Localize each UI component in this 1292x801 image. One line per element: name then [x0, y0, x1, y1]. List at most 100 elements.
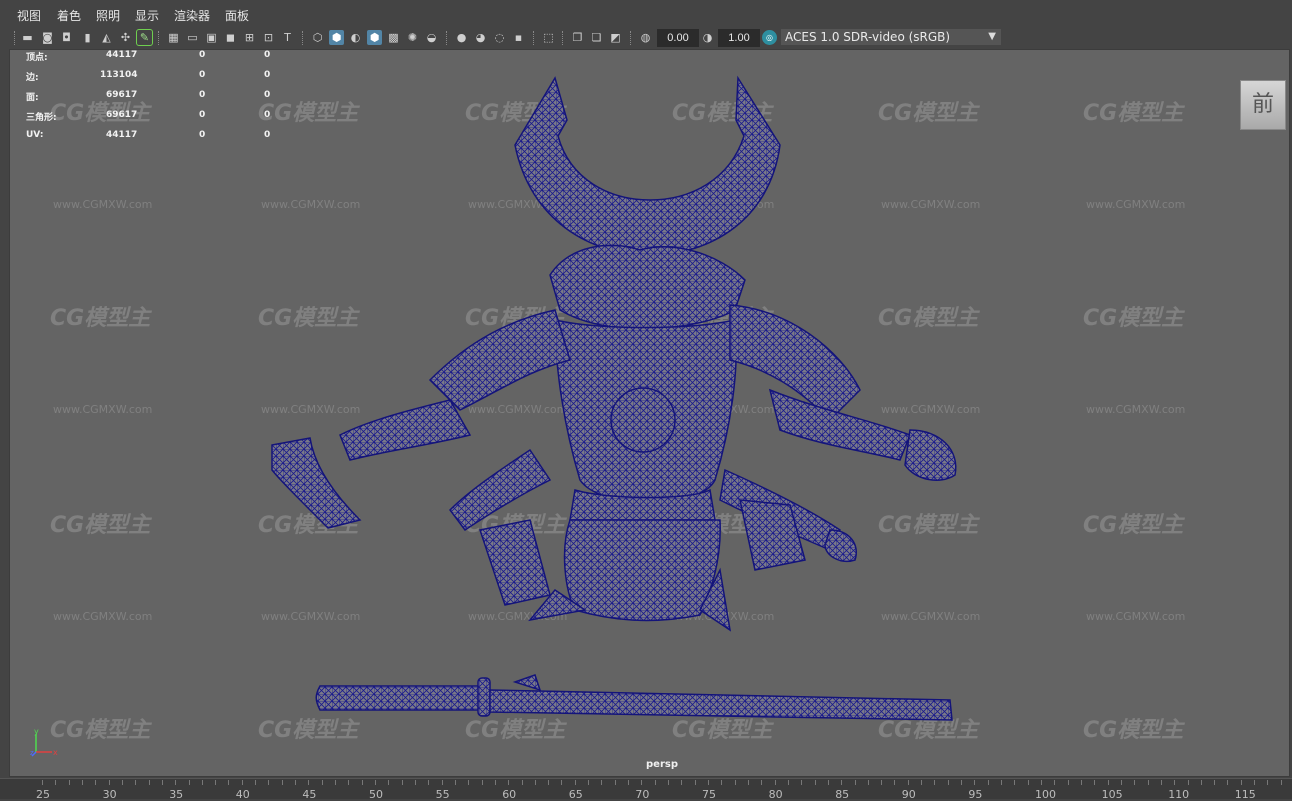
left-shoulder-armor: [428, 309, 571, 411]
hud-value: 0: [199, 50, 206, 60]
menu-renderer[interactable]: 渲染器: [174, 7, 210, 24]
exposure-icon[interactable]: ◍: [638, 30, 653, 45]
grid-icon[interactable]: ▦: [166, 30, 181, 45]
xray-joints-icon[interactable]: ❏: [589, 30, 604, 45]
image-plane-icon[interactable]: ◭: [99, 30, 114, 45]
isolate-select-icon[interactable]: ⬚: [541, 30, 556, 45]
timeline-tick: [881, 780, 883, 785]
timeline-tick: [1187, 780, 1189, 785]
timeline-tick-label: 45: [302, 788, 317, 801]
menu-panels[interactable]: 面板: [225, 7, 249, 24]
menu-show[interactable]: 显示: [135, 7, 159, 24]
timeline-tick: [508, 780, 510, 785]
axis-gizmo: y x z: [30, 727, 60, 762]
timeline-tick: [401, 780, 403, 785]
timeline-tick: [1267, 780, 1269, 785]
timeline-tick: [1254, 780, 1256, 785]
time-slider[interactable]: 25 30 35 40 45 50 55 60 65 70 75 80 85 90 95 100 105 110 1…: [0, 778, 1292, 801]
bookmark-camera-icon[interactable]: ◘: [59, 30, 74, 45]
select-camera-icon[interactable]: ▬: [20, 30, 35, 45]
timeline-tick: [1120, 780, 1122, 785]
timeline-tick: [534, 780, 536, 785]
timeline-tick: [375, 780, 376, 785]
timeline-tick: [961, 780, 963, 785]
timeline-tick: [654, 780, 656, 785]
timeline-tick: [42, 780, 43, 785]
viewcube[interactable]: 前: [1240, 80, 1286, 130]
gamma-icon[interactable]: ◑: [700, 30, 715, 45]
menu-view[interactable]: 视图: [17, 7, 41, 24]
xray-icon[interactable]: ❐: [570, 30, 585, 45]
default-material-icon[interactable]: ◐: [348, 30, 363, 45]
depth-of-field-icon[interactable]: ▪: [511, 30, 526, 45]
xray-components-icon[interactable]: ◩: [608, 30, 623, 45]
timeline-tick: [548, 780, 550, 785]
timeline-tick: [1280, 780, 1282, 785]
timeline-tick: [188, 780, 190, 785]
skirt-armor: [563, 519, 721, 622]
timeline-tick: [1160, 780, 1162, 785]
katana-hook: [512, 674, 542, 692]
shadows-icon[interactable]: ◒: [424, 30, 439, 45]
field-chart-icon[interactable]: ⊞: [242, 30, 257, 45]
colorspace-dropdown[interactable]: ACES 1.0 SDR-video (sRGB) ▼: [781, 29, 1001, 45]
grease-pencil-icon[interactable]: ✎: [136, 29, 153, 46]
use-all-lights-icon[interactable]: ✺: [405, 30, 420, 45]
hud-row-triangles: 三角形: 69617 0 0: [26, 110, 286, 124]
wireframe-icon[interactable]: ⬡: [310, 30, 325, 45]
bookmark-icon[interactable]: ▮: [80, 30, 95, 45]
left-sheath: [479, 519, 551, 606]
gamma-field[interactable]: [718, 29, 760, 47]
timeline-tick-label: 55: [435, 788, 450, 801]
resolution-gate-icon[interactable]: ▣: [204, 30, 219, 45]
menu-shading[interactable]: 着色: [57, 7, 81, 24]
safe-action-icon[interactable]: ⊡: [261, 30, 276, 45]
screen-space-ao-icon[interactable]: ●: [454, 30, 469, 45]
safe-title-icon[interactable]: T: [280, 30, 295, 45]
timeline-tick: [281, 780, 283, 785]
smooth-shade-icon[interactable]: ⬢: [329, 30, 344, 45]
timeline-tick: [428, 780, 430, 785]
toolbar-separator: [533, 31, 536, 45]
2d-pan-zoom-icon[interactable]: ✣: [118, 30, 133, 45]
timeline-tick: [308, 780, 310, 785]
axis-x-label: x: [53, 748, 58, 757]
timeline-tick: [1027, 780, 1029, 785]
axis-y-label: y: [34, 728, 39, 736]
hud-value: 69617: [106, 110, 138, 120]
wireframe-model: [271, 75, 957, 721]
timeline-tick: [894, 780, 896, 785]
timeline-tick: [681, 780, 683, 785]
gate-mask-icon[interactable]: ◼: [223, 30, 238, 45]
timeline-tick: [708, 780, 709, 785]
timeline-tick: [1200, 780, 1202, 785]
camera-attributes-icon[interactable]: ◙: [40, 30, 55, 45]
helmet: [549, 244, 746, 330]
timeline-tick: [907, 780, 909, 785]
toolbar-separator: [562, 31, 565, 45]
timeline-tick: [1054, 780, 1056, 785]
motion-blur-icon[interactable]: ◕: [473, 30, 488, 45]
katana-guard: [477, 677, 491, 717]
viewport[interactable]: CG模型主 CG模型主 CG模型主 CG模型主 CG模型主 CG模型主 www.CGMXW.…: [9, 49, 1290, 777]
hud-value: 0: [199, 130, 206, 140]
timeline-tick: [747, 780, 749, 785]
hud-label: 面:: [26, 93, 39, 103]
anti-aliasing-icon[interactable]: ◌: [492, 30, 507, 45]
timeline-tick: [867, 780, 869, 785]
exposure-field[interactable]: [657, 29, 699, 47]
timeline-tick: [841, 780, 843, 785]
wireframe-on-shaded-icon[interactable]: ⬢: [367, 30, 382, 45]
color-management-icon[interactable]: ◎: [762, 30, 777, 45]
timeline-tick: [1227, 780, 1229, 785]
menu-lighting[interactable]: 照明: [96, 7, 120, 24]
timeline-tick: [628, 780, 630, 785]
timeline-tick-label: 80: [768, 788, 783, 801]
timeline-tick: [1214, 780, 1216, 785]
film-gate-icon[interactable]: ▭: [185, 30, 200, 45]
textured-icon[interactable]: ▩: [386, 30, 401, 45]
timeline-tick: [974, 780, 976, 785]
timeline-tick: [921, 780, 923, 785]
hud-value: 0: [264, 70, 271, 80]
timeline-tick-label: 40: [235, 788, 250, 801]
